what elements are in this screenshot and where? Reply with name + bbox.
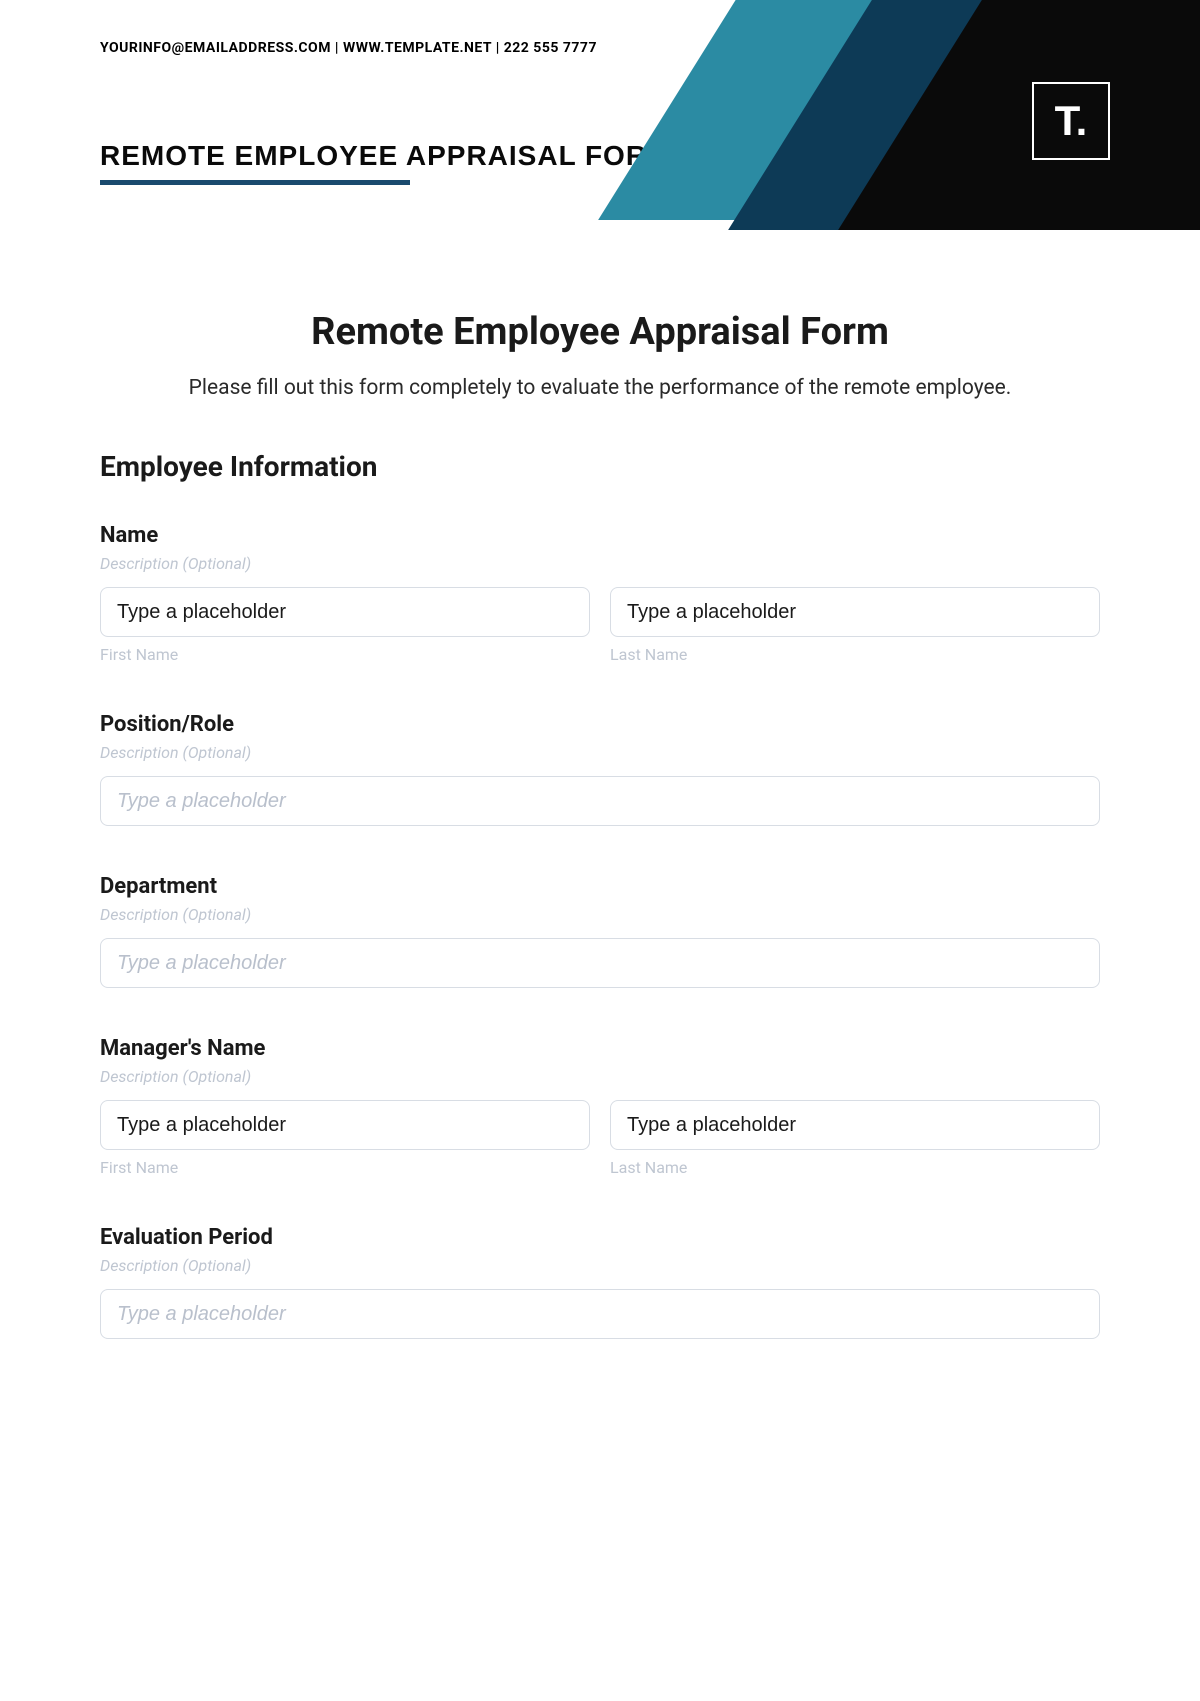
position-input[interactable] <box>100 776 1100 826</box>
field-label-name: Name <box>100 523 1100 548</box>
field-desc-evaluation: Description (Optional) <box>100 1256 1100 1275</box>
field-label-manager: Manager's Name <box>100 1036 1100 1061</box>
sub-label-first-name: First Name <box>100 645 590 664</box>
form-intro: Please fill out this form completely to … <box>100 376 1100 400</box>
form-title: Remote Employee Appraisal Form <box>100 310 1100 354</box>
logo-text: T. <box>1055 100 1088 142</box>
header-title-block: REMOTE EMPLOYEE APPRAISAL FORM <box>100 140 671 185</box>
sub-label-manager-last: Last Name <box>610 1158 1100 1177</box>
field-group-manager: Manager's Name Description (Optional) Fi… <box>100 1036 1100 1177</box>
sub-label-manager-first: First Name <box>100 1158 590 1177</box>
first-name-input[interactable] <box>100 587 590 637</box>
header-title: REMOTE EMPLOYEE APPRAISAL FORM <box>100 140 671 172</box>
manager-first-name-input[interactable] <box>100 1100 590 1150</box>
field-desc-name: Description (Optional) <box>100 554 1100 573</box>
field-label-evaluation: Evaluation Period <box>100 1225 1100 1250</box>
form-container: Remote Employee Appraisal Form Please fi… <box>0 230 1200 1427</box>
field-group-evaluation: Evaluation Period Description (Optional) <box>100 1225 1100 1339</box>
field-group-name: Name Description (Optional) First Name L… <box>100 523 1100 664</box>
hero-graphic: T. <box>640 0 1200 230</box>
header-contact-line: YOURINFO@EMAILADDRESS.COM | WWW.TEMPLATE… <box>100 40 597 56</box>
logo-box: T. <box>1032 82 1110 160</box>
field-label-department: Department <box>100 874 1100 899</box>
last-name-input[interactable] <box>610 587 1100 637</box>
field-desc-position: Description (Optional) <box>100 743 1100 762</box>
field-label-position: Position/Role <box>100 712 1100 737</box>
title-underline <box>100 180 410 185</box>
field-group-position: Position/Role Description (Optional) <box>100 712 1100 826</box>
sub-label-last-name: Last Name <box>610 645 1100 664</box>
document-header: YOURINFO@EMAILADDRESS.COM | WWW.TEMPLATE… <box>0 0 1200 230</box>
evaluation-input[interactable] <box>100 1289 1100 1339</box>
section-heading-employee-info: Employee Information <box>100 450 1100 483</box>
department-input[interactable] <box>100 938 1100 988</box>
field-desc-department: Description (Optional) <box>100 905 1100 924</box>
field-group-department: Department Description (Optional) <box>100 874 1100 988</box>
field-desc-manager: Description (Optional) <box>100 1067 1100 1086</box>
manager-last-name-input[interactable] <box>610 1100 1100 1150</box>
